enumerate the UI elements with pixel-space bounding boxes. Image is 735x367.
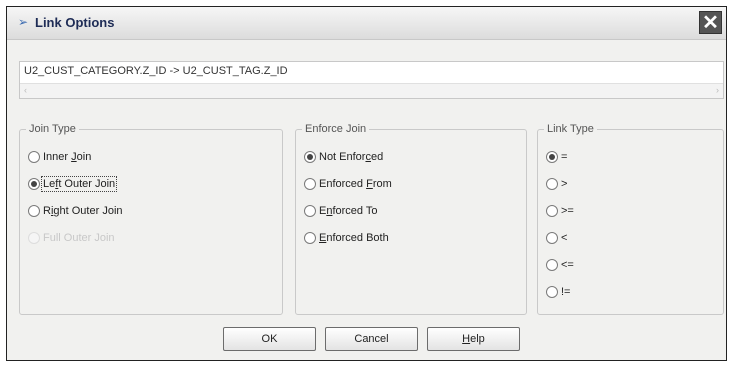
- not-enforced-option[interactable]: Not Enforced: [304, 148, 383, 166]
- enforced-to-option[interactable]: Enforced To: [304, 202, 378, 220]
- enforced-both-radio[interactable]: [304, 232, 316, 244]
- link-type-equal-radio[interactable]: [546, 151, 558, 163]
- link-type-equal-option[interactable]: =: [546, 148, 567, 166]
- link-type-greater-equal-option[interactable]: >=: [546, 202, 574, 220]
- link-type-not-equal-radio[interactable]: [546, 286, 558, 298]
- horizontal-scrollbar[interactable]: ‹ ›: [20, 83, 723, 98]
- full-outer-join-radio: [28, 232, 40, 244]
- scroll-left-icon[interactable]: ‹: [24, 85, 27, 95]
- join-expression-box[interactable]: U2_CUST_CATEGORY.Z_ID -> U2_CUST_TAG.Z_I…: [19, 61, 724, 99]
- right-outer-join-radio[interactable]: [28, 205, 40, 217]
- inner-join-radio[interactable]: [28, 151, 40, 163]
- link-type-group: Link Type = > >= < <= !=: [537, 123, 724, 315]
- inner-join-option[interactable]: Inner Join: [28, 148, 91, 166]
- cancel-button[interactable]: Cancel: [325, 327, 418, 351]
- left-outer-join-radio[interactable]: [28, 178, 40, 190]
- enforced-to-radio[interactable]: [304, 205, 316, 217]
- join-expression-text: U2_CUST_CATEGORY.Z_ID -> U2_CUST_TAG.Z_I…: [24, 65, 288, 77]
- link-type-not-equal-option[interactable]: !=: [546, 283, 570, 301]
- scroll-right-icon[interactable]: ›: [716, 85, 719, 95]
- join-type-group: Join Type Inner Join Left Outer Join Rig…: [19, 123, 283, 315]
- link-type-greater-equal-radio[interactable]: [546, 205, 558, 217]
- link-type-less-option[interactable]: <: [546, 229, 567, 247]
- close-icon[interactable]: ✕: [699, 11, 722, 34]
- left-outer-join-option[interactable]: Left Outer Join: [28, 175, 118, 193]
- enforced-from-option[interactable]: Enforced From: [304, 175, 392, 193]
- link-type-less-radio[interactable]: [546, 232, 558, 244]
- full-outer-join-option: Full Outer Join: [28, 229, 115, 247]
- not-enforced-radio[interactable]: [304, 151, 316, 163]
- link-type-greater-radio[interactable]: [546, 178, 558, 190]
- title-bar: ➢ Link Options ✕: [7, 7, 726, 40]
- link-type-less-equal-option[interactable]: <=: [546, 256, 574, 274]
- dialog-title: Link Options: [35, 15, 115, 30]
- right-outer-join-option[interactable]: Right Outer Join: [28, 202, 123, 220]
- link-type-greater-option[interactable]: >: [546, 175, 567, 193]
- ok-button[interactable]: OK: [223, 327, 316, 351]
- chevron-arrow-icon: ➢: [18, 15, 29, 29]
- enforced-both-option[interactable]: Enforced Both: [304, 229, 389, 247]
- link-options-dialog: ➢ Link Options ✕ U2_CUST_CATEGORY.Z_ID -…: [6, 6, 727, 361]
- enforce-join-legend: Enforce Join: [302, 123, 370, 135]
- help-button[interactable]: Help: [427, 327, 520, 351]
- enforced-from-radio[interactable]: [304, 178, 316, 190]
- link-type-legend: Link Type: [544, 123, 597, 135]
- join-type-legend: Join Type: [26, 123, 79, 135]
- link-type-less-equal-radio[interactable]: [546, 259, 558, 271]
- enforce-join-group: Enforce Join Not Enforced Enforced From …: [295, 123, 527, 315]
